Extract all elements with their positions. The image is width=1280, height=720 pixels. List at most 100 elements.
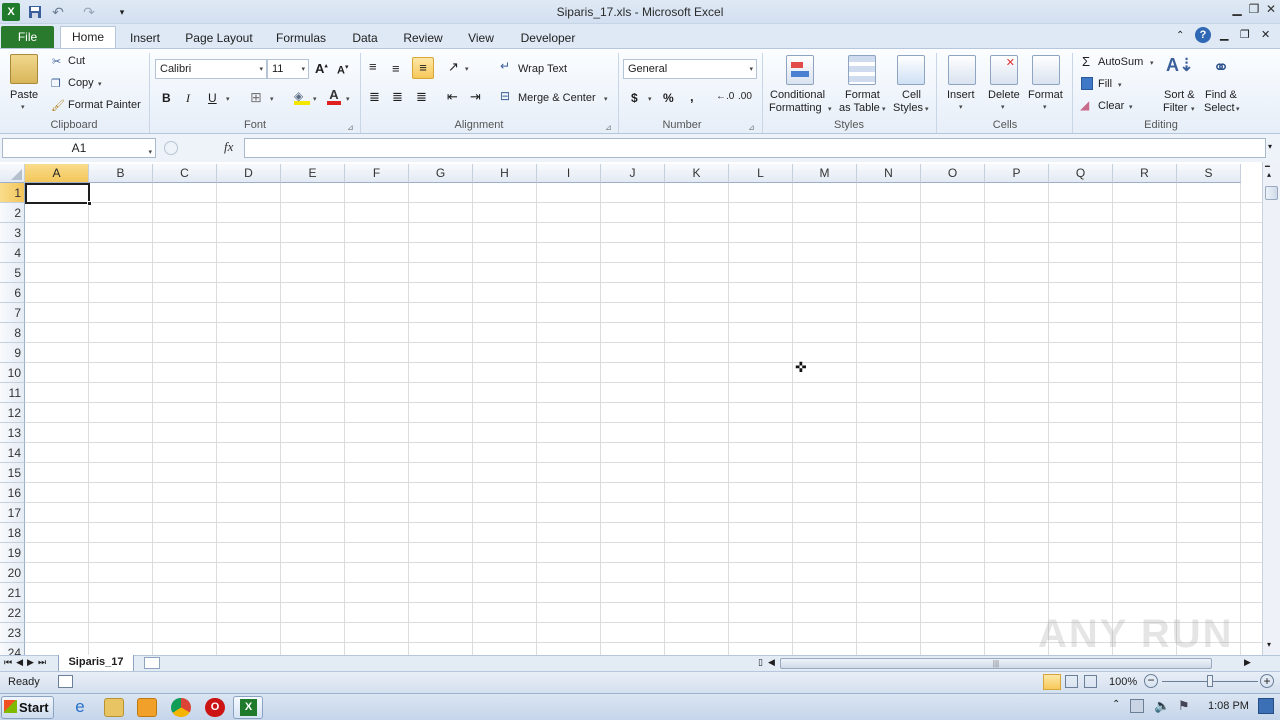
page-layout-view-icon[interactable]: [1065, 675, 1078, 688]
row-header-20[interactable]: 20: [0, 563, 25, 583]
column-header-g[interactable]: G: [409, 164, 473, 183]
tab-home[interactable]: Home: [60, 26, 116, 49]
scroll-down-icon[interactable]: ▾: [1267, 640, 1271, 649]
orientation-dropdown-icon[interactable]: ▾: [465, 65, 469, 73]
conditional-formatting-icon[interactable]: [786, 55, 814, 85]
align-center-icon[interactable]: ≣: [392, 89, 403, 105]
align-middle-icon[interactable]: ≡: [392, 61, 400, 76]
copy-button[interactable]: Copy: [68, 77, 94, 89]
minimize-icon[interactable]: ▁: [1228, 2, 1246, 18]
show-desktop-icon[interactable]: [1258, 698, 1274, 714]
column-header-q[interactable]: Q: [1049, 164, 1113, 183]
insert-sheet-icon[interactable]: [144, 657, 160, 669]
chevron-down-icon[interactable]: ▾: [1043, 103, 1047, 111]
column-header-m[interactable]: M: [793, 164, 857, 183]
cell-styles-label-2[interactable]: Styles: [893, 102, 923, 114]
fill-button[interactable]: Fill: [1098, 78, 1112, 90]
page-break-view-icon[interactable]: [1084, 675, 1097, 688]
minimize-ribbon-icon[interactable]: ⌃: [1176, 30, 1184, 41]
scroll-right-icon[interactable]: ▶: [1244, 657, 1251, 668]
row-header-17[interactable]: 17: [0, 503, 25, 523]
tab-view[interactable]: View: [460, 28, 502, 48]
fill-color-icon[interactable]: ◈: [294, 89, 310, 105]
excel-taskbar-button[interactable]: X: [233, 696, 263, 719]
chevron-down-icon[interactable]: ▾: [1118, 81, 1122, 89]
row-header-22[interactable]: 22: [0, 603, 25, 623]
tab-file[interactable]: File: [1, 26, 54, 48]
workbook-close-icon[interactable]: ✕: [1261, 28, 1270, 41]
normal-view-icon[interactable]: [1043, 674, 1061, 690]
row-header-10[interactable]: 10: [0, 363, 25, 383]
insert-cells-icon[interactable]: [948, 55, 976, 85]
number-format-combo[interactable]: General ▾: [623, 59, 757, 79]
row-header-2[interactable]: 2: [0, 203, 25, 223]
show-hidden-icons[interactable]: ⌃: [1112, 699, 1120, 710]
chevron-down-icon[interactable]: ▾: [925, 105, 929, 113]
column-header-b[interactable]: B: [89, 164, 153, 183]
vertical-scroll-thumb[interactable]: [1265, 186, 1278, 200]
row-header-3[interactable]: 3: [0, 223, 25, 243]
format-as-table-label[interactable]: Format: [845, 89, 880, 101]
select-all-corner[interactable]: [0, 164, 25, 183]
folder-icon[interactable]: [104, 698, 124, 717]
internet-explorer-icon[interactable]: e: [70, 698, 90, 717]
zoom-level[interactable]: 100%: [1109, 676, 1137, 688]
sort-filter-label[interactable]: Sort &: [1164, 89, 1195, 101]
sheet-tab-active[interactable]: Siparis_17: [58, 655, 134, 672]
bold-button[interactable]: B: [162, 91, 171, 105]
workbook-restore-icon[interactable]: ❐: [1240, 28, 1250, 41]
font-size-combo[interactable]: 11 ▾: [267, 59, 309, 79]
cut-button[interactable]: Cut: [68, 55, 85, 67]
column-header-c[interactable]: C: [153, 164, 217, 183]
tab-insert[interactable]: Insert: [122, 28, 168, 48]
row-header-13[interactable]: 13: [0, 423, 25, 443]
column-header-p[interactable]: P: [985, 164, 1049, 183]
row-header-7[interactable]: 7: [0, 303, 25, 323]
row-header-1[interactable]: 1: [0, 183, 25, 203]
column-header-e[interactable]: E: [281, 164, 345, 183]
clear-button[interactable]: Clear: [1098, 100, 1124, 112]
row-header-9[interactable]: 9: [0, 343, 25, 363]
binoculars-icon[interactable]: ⚭: [1207, 55, 1235, 85]
row-header-8[interactable]: 8: [0, 323, 25, 343]
column-header-i[interactable]: I: [537, 164, 601, 183]
alignment-dialog-launcher-icon[interactable]: ⊿: [605, 123, 612, 132]
active-cell-a1[interactable]: [25, 183, 90, 204]
paste-button[interactable]: Paste: [10, 89, 38, 101]
column-header-l[interactable]: L: [729, 164, 793, 183]
column-header-h[interactable]: H: [473, 164, 537, 183]
row-header-24[interactable]: 24: [0, 643, 25, 655]
tab-split-icon[interactable]: ▯: [758, 657, 763, 668]
volume-icon[interactable]: 🔈: [1154, 698, 1170, 714]
column-header-k[interactable]: K: [665, 164, 729, 183]
worksheet-grid[interactable]: ABCDEFGHIJKLMNOPQRS 1 2 3 4 5 6 7 8 9 10 11 12 13 14 1…: [0, 164, 1262, 655]
tab-page-layout[interactable]: Page Layout: [180, 28, 258, 48]
row-header-23[interactable]: 23: [0, 623, 25, 643]
media-player-icon[interactable]: [137, 698, 157, 717]
tab-formulas[interactable]: Formulas: [270, 28, 332, 48]
align-bottom-icon[interactable]: ≡: [412, 57, 434, 79]
fill-handle[interactable]: [87, 201, 92, 206]
vertical-scrollbar[interactable]: ━ ▴ ▾: [1262, 162, 1280, 655]
horizontal-scroll-thumb[interactable]: |||: [780, 658, 1212, 669]
find-select-label[interactable]: Find &: [1205, 89, 1237, 101]
workbook-minimize-icon[interactable]: ▁: [1220, 28, 1228, 41]
formula-input[interactable]: [244, 138, 1266, 158]
fill-color-dropdown-icon[interactable]: ▾: [313, 95, 317, 103]
chrome-icon[interactable]: [171, 698, 191, 717]
chevron-down-icon[interactable]: ▾: [959, 103, 963, 111]
row-header-5[interactable]: 5: [0, 263, 25, 283]
font-color-icon[interactable]: A: [327, 87, 341, 105]
row-header-18[interactable]: 18: [0, 523, 25, 543]
number-dialog-launcher-icon[interactable]: ⊿: [748, 123, 755, 132]
cell-styles-icon[interactable]: [897, 55, 925, 85]
insert-cells-button[interactable]: Insert: [947, 89, 975, 101]
tab-data[interactable]: Data: [344, 28, 386, 48]
delete-cells-icon[interactable]: ✕: [990, 55, 1018, 85]
row-header-11[interactable]: 11: [0, 383, 25, 403]
scroll-left-icon[interactable]: ◀: [768, 657, 775, 668]
row-header-19[interactable]: 19: [0, 543, 25, 563]
align-right-icon[interactable]: ≣: [416, 89, 427, 105]
zoom-in-icon[interactable]: +: [1260, 674, 1274, 688]
chevron-down-icon[interactable]: ▾: [828, 105, 832, 113]
